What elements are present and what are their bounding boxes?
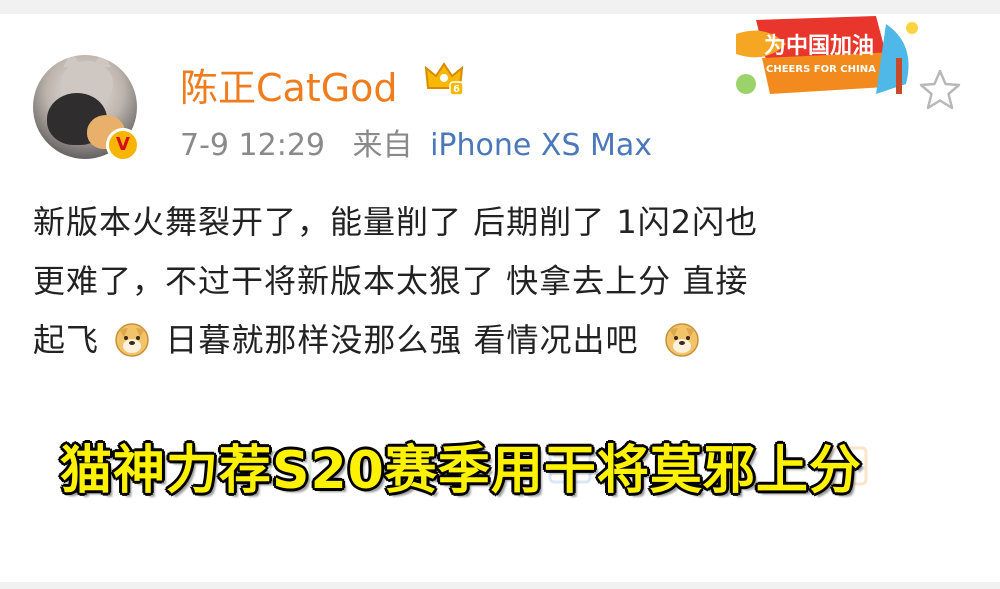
svg-text:6: 6 (453, 84, 460, 95)
post-text-line-1: 新版本火舞裂开了，能量削了 后期削了 1闪2闪也 (33, 203, 759, 241)
doge-icon (664, 323, 699, 357)
post-text-fragment: 起飞 (33, 321, 100, 359)
post-time: 7-9 12:29 (180, 128, 325, 163)
post-text-line-2: 更难了，不过干将新版本太狠了 快拿去上分 直接 (33, 262, 749, 300)
crown-icon[interactable]: 6 (424, 60, 464, 96)
doge-icon (115, 323, 149, 357)
post-text-fragment: 日暮就那样没那么强 看情况出吧 (165, 321, 639, 359)
verified-icon: V (106, 128, 140, 162)
top-divider (0, 0, 1000, 14)
star-icon[interactable] (918, 68, 962, 110)
cheers-badge[interactable]: 为中国加油 CHEERS FOR CHINA (726, 14, 924, 100)
post-meta: 7-9 12:29 来自 iPhone XS Max (180, 120, 652, 164)
bottom-divider (0, 582, 1000, 589)
username[interactable]: 陈正CatGod (180, 57, 398, 112)
video-caption: 猫神力荐S20赛季用干将莫邪上分 (60, 441, 862, 501)
device-link[interactable]: iPhone XS Max (430, 128, 652, 163)
source-label: 来自 (352, 128, 413, 163)
badge-title: 为中国加油 (764, 34, 875, 59)
post-text-line-3: 起飞 日暮就那样没那么强 看情况出吧 (33, 315, 704, 361)
badge-subtitle: CHEERS FOR CHINA (766, 64, 876, 75)
